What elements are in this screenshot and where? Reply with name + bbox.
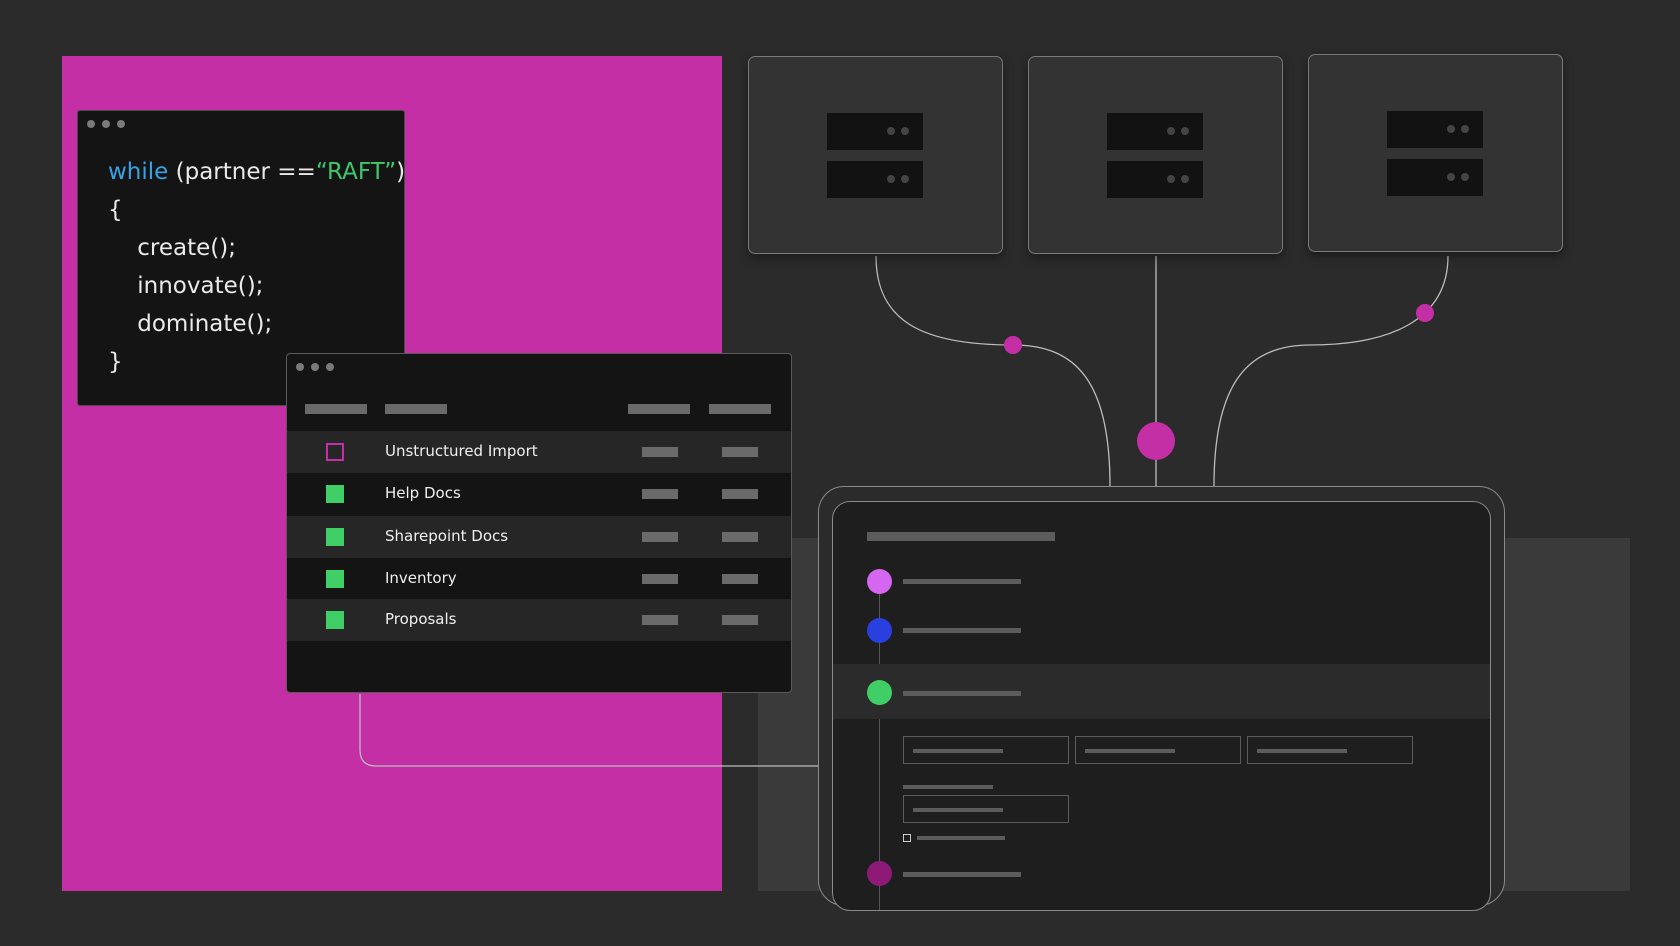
server-box-3 <box>1308 54 1563 252</box>
table-row[interactable]: Help Docs <box>287 473 791 515</box>
row-label: Inventory <box>385 569 457 587</box>
row-cell <box>642 489 678 499</box>
column-header-1 <box>305 404 367 414</box>
server-box-1 <box>748 56 1003 254</box>
row-cell <box>722 532 758 542</box>
connector-hub-node-icon <box>1137 422 1175 460</box>
code-open-brace: { <box>108 197 123 223</box>
column-header-4 <box>709 404 771 414</box>
row-cell <box>722 447 758 457</box>
row-cell <box>642 532 678 542</box>
checkbox-checked[interactable] <box>326 570 344 588</box>
code-condition: (partner == <box>168 159 316 185</box>
code-line-innovate: innovate(); <box>137 273 264 299</box>
row-label: Sharepoint Docs <box>385 527 509 545</box>
checkbox-checked[interactable] <box>326 611 344 629</box>
connector-table-to-device <box>359 694 818 767</box>
code-keyword: while <box>108 159 169 185</box>
connector-left <box>875 255 1111 487</box>
form-field-1[interactable] <box>903 736 1069 764</box>
connector-node-icon <box>1004 336 1022 354</box>
table-row[interactable]: Sharepoint Docs <box>287 516 791 558</box>
step-dot-1[interactable] <box>867 569 892 594</box>
code-line-dominate: dominate(); <box>137 311 273 337</box>
step-label-4 <box>903 872 1021 877</box>
window-dots-icon <box>296 363 334 371</box>
row-cell <box>722 574 758 584</box>
row-cell <box>722 489 758 499</box>
server-rack-icon <box>1387 159 1483 196</box>
code-paren: ) <box>396 159 406 185</box>
server-rack-icon <box>827 113 923 150</box>
form-field-2[interactable] <box>1075 736 1241 764</box>
code-line-create: create(); <box>137 235 236 261</box>
row-cell <box>642 615 678 625</box>
row-cell <box>642 447 678 457</box>
server-rack-icon <box>827 161 923 198</box>
checkbox-unchecked[interactable] <box>326 443 344 461</box>
data-sources-window: Unstructured Import Help Docs Sharepoint… <box>286 353 792 693</box>
step-label-1 <box>903 579 1021 584</box>
connector-node-icon <box>1416 304 1434 322</box>
row-cell <box>722 615 758 625</box>
table-row[interactable]: Inventory <box>287 558 791 600</box>
row-label: Help Docs <box>385 484 461 502</box>
checkbox[interactable] <box>903 834 911 842</box>
server-rack-icon <box>1107 161 1203 198</box>
table-row[interactable]: Proposals <box>287 599 791 641</box>
server-box-2 <box>1028 56 1283 254</box>
step-label-3 <box>903 691 1021 696</box>
column-header-3 <box>628 404 690 414</box>
code-close-brace: } <box>108 349 123 375</box>
table-row[interactable]: Unstructured Import <box>287 431 791 473</box>
row-label: Unstructured Import <box>385 442 538 460</box>
form-field-4[interactable] <box>903 795 1069 823</box>
device-screen <box>832 501 1491 911</box>
server-rack-icon <box>1107 113 1203 150</box>
step-dot-3[interactable] <box>867 680 892 705</box>
step-label-2 <box>903 628 1021 633</box>
connector-right <box>1213 255 1449 487</box>
code-string: “RAFT” <box>315 159 397 185</box>
row-label: Proposals <box>385 610 457 628</box>
step-dot-4[interactable] <box>867 861 892 886</box>
field-caption <box>903 785 993 789</box>
server-rack-icon <box>1387 111 1483 148</box>
code-block: while (partner ==“RAFT”) { create(); inn… <box>108 153 405 381</box>
form-field-3[interactable] <box>1247 736 1413 764</box>
checkbox-label <box>917 836 1005 840</box>
row-cell <box>642 574 678 584</box>
column-header-2 <box>385 404 447 414</box>
step-dot-2[interactable] <box>867 618 892 643</box>
window-dots-icon <box>87 120 125 128</box>
screen-title-placeholder <box>867 532 1055 541</box>
checkbox-checked[interactable] <box>326 485 344 503</box>
checkbox-checked[interactable] <box>326 528 344 546</box>
